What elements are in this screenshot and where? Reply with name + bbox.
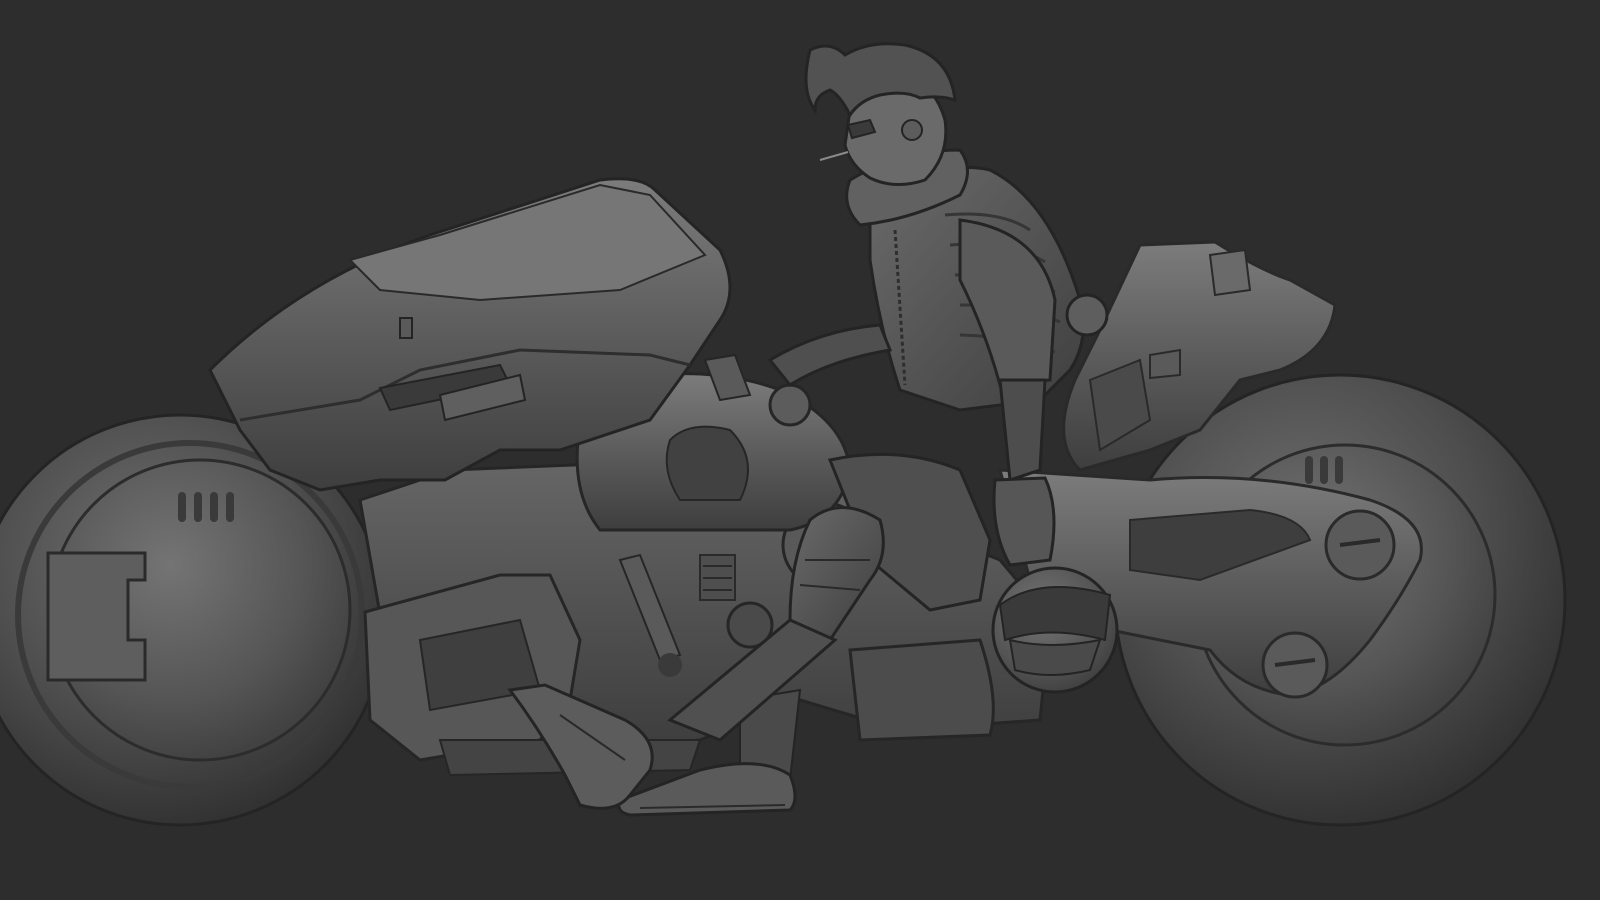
engine-block (848, 638, 995, 742)
sculpt-render[interactable] (0, 0, 1600, 900)
fuel-cap (768, 383, 812, 427)
rider-reaching-arm (767, 323, 893, 387)
front-axle-bolt-lower (1261, 631, 1329, 699)
side-grill (699, 554, 736, 601)
sculpt-viewport[interactable] (0, 0, 1600, 900)
rider-forearm (998, 378, 1047, 483)
front-axle-bolt-upper (1324, 509, 1396, 581)
front-hub-vents (1305, 456, 1343, 484)
rider-glove (992, 476, 1056, 567)
rider-pack-knob (1065, 293, 1109, 337)
rider-head (804, 42, 957, 186)
helmet (991, 566, 1119, 694)
rider-toothpick (819, 151, 849, 161)
